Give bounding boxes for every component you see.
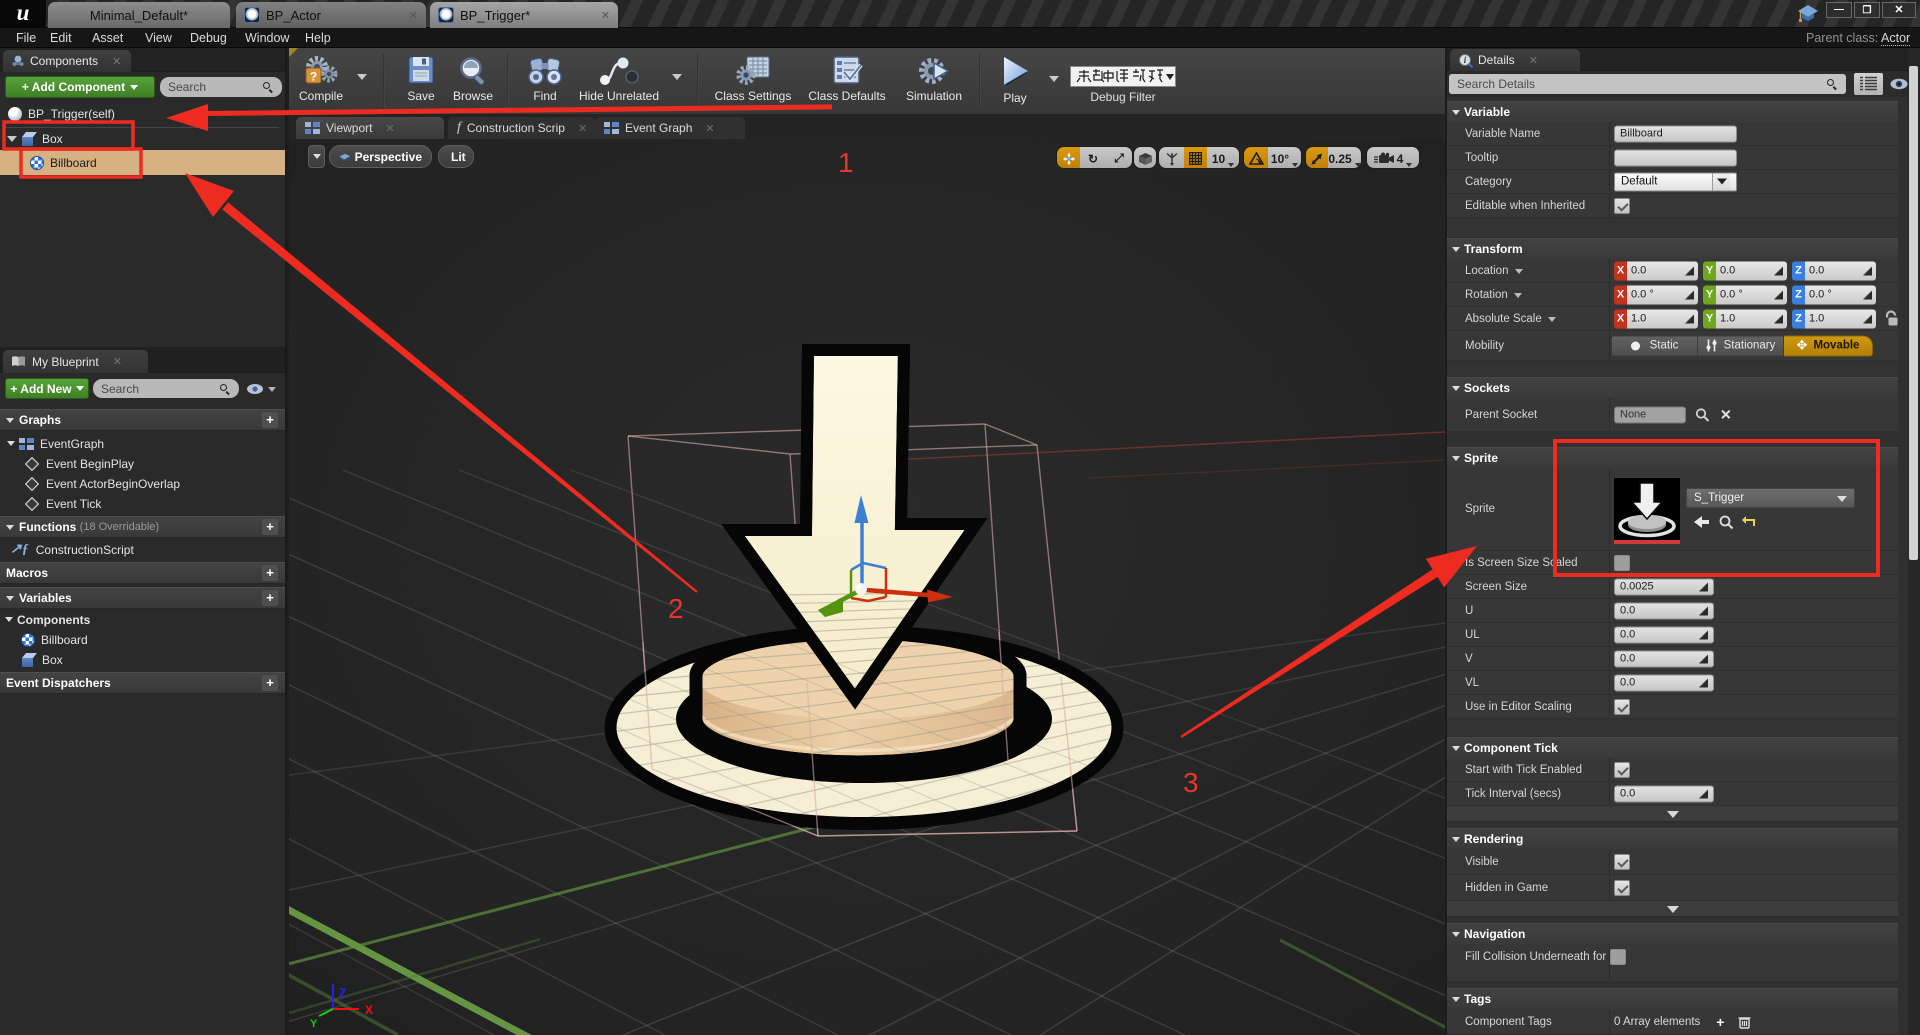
svg-text:?: ? bbox=[310, 70, 317, 84]
svg-text:X: X bbox=[365, 1003, 373, 1017]
svg-text:Z: Z bbox=[339, 986, 346, 1000]
svg-text:Y: Y bbox=[310, 1018, 318, 1030]
